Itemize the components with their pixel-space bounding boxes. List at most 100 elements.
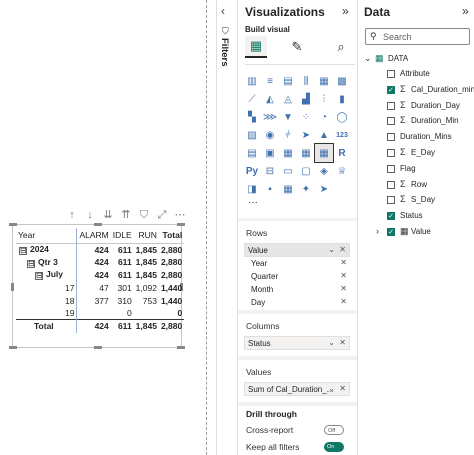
build-visual-button[interactable]: ▦	[245, 36, 267, 58]
field-item[interactable]: ✓ Status	[358, 209, 474, 224]
field-checkbox[interactable]	[387, 117, 395, 126]
table-node[interactable]: ⌄ ▦ DATA	[358, 52, 474, 67]
field-checkbox[interactable]	[387, 101, 395, 110]
sort-down-icon[interactable]: ↓	[84, 209, 96, 221]
filters-pane-collapsed[interactable]: ‹ ⛉ Filters	[216, 0, 236, 455]
visual-type-icon[interactable]: ◯	[333, 108, 351, 126]
resize-handle[interactable]	[94, 223, 102, 226]
search-box[interactable]: ⚲ Search	[365, 28, 470, 45]
field-checkbox[interactable]	[387, 70, 395, 78]
remove-icon[interactable]: ✕	[339, 384, 346, 393]
drill-down-icon[interactable]: ⇊	[102, 209, 114, 221]
field-item[interactable]: ✓ Σ Cal_Duration_min	[358, 83, 474, 98]
resize-handle[interactable]	[11, 283, 14, 291]
chevron-down-icon[interactable]: ⌄	[328, 338, 335, 347]
resize-handle[interactable]	[9, 223, 17, 226]
format-visual-button[interactable]: ✎	[286, 36, 308, 58]
field-item[interactable]: Σ Duration_Min	[358, 114, 474, 129]
visual-type-icon[interactable]: ▤	[279, 72, 297, 90]
visual-type-icon[interactable]: ▣	[261, 144, 279, 162]
rows-subfield[interactable]: Year ✕	[248, 258, 350, 271]
visual-type-icon[interactable]: ▦	[279, 144, 297, 162]
visual-type-icon[interactable]: ⟋	[243, 90, 261, 108]
visual-type-icon[interactable]: ▼	[279, 108, 297, 126]
visual-type-icon[interactable]: ▟	[297, 90, 315, 108]
remove-icon[interactable]: ✕	[340, 284, 347, 293]
field-checkbox[interactable]: ✓	[387, 212, 395, 221]
visual-type-icon[interactable]: ▦	[297, 144, 315, 162]
field-checkbox[interactable]: ✓	[387, 85, 395, 94]
collapse-icon[interactable]: ⊟	[19, 247, 27, 256]
row-header-cell[interactable]: ⊟ July	[16, 269, 77, 282]
header-idle[interactable]: IDLE	[110, 228, 134, 244]
visual-type-icon[interactable]: ▪	[261, 180, 279, 198]
field-item[interactable]: Σ E_Day	[358, 146, 474, 161]
visual-type-icon[interactable]: ▮	[333, 90, 351, 108]
visual-type-icon[interactable]: ◬	[279, 90, 297, 108]
visual-type-icon[interactable]: R	[333, 144, 351, 162]
matrix-visual[interactable]: Year ALARM IDLE RUN Total ⊟ 2024 424 611 1,8…	[9, 223, 185, 349]
field-item[interactable]: › ✓ ▦ Value	[358, 225, 474, 240]
visual-type-icon[interactable]: ◭	[261, 90, 279, 108]
visual-type-icon[interactable]: ▭	[279, 162, 297, 180]
chevron-down-icon[interactable]: ⌄	[328, 245, 335, 254]
chevron-down-icon[interactable]: ⌄	[328, 384, 335, 393]
visual-type-icon[interactable]: ▧	[243, 126, 261, 144]
visual-type-icon[interactable]: ◉	[261, 126, 279, 144]
remove-icon[interactable]: ✕	[340, 297, 347, 306]
field-item[interactable]: Σ Duration_Day	[358, 99, 474, 114]
remove-icon[interactable]: ✕	[339, 338, 346, 347]
more-options-icon[interactable]: ⋯	[174, 209, 186, 221]
collapse-data-icon[interactable]: »	[462, 4, 469, 18]
visual-type-icon[interactable]: ≡	[261, 72, 279, 90]
header-year[interactable]: Year	[16, 228, 77, 244]
field-item[interactable]: Σ Row	[358, 178, 474, 193]
visual-type-icon[interactable]: ⁘	[297, 108, 315, 126]
field-item[interactable]: Duration_Mins	[358, 130, 474, 145]
report-canvas[interactable]: ↑ ↓ ⇊ ⇈ ⛉ ⤢ ⋯ Year ALARM IDLE RUN Total …	[0, 0, 207, 455]
field-item[interactable]: Attribute	[358, 67, 474, 82]
field-checkbox[interactable]	[387, 164, 395, 173]
field-checkbox[interactable]	[387, 196, 395, 205]
visual-type-icon[interactable]: ⊟	[261, 162, 279, 180]
filter-icon[interactable]: ⛉	[138, 209, 150, 221]
row-header-cell[interactable]: ⊟ Qtr 3	[16, 256, 77, 269]
field-checkbox[interactable]: ✓	[387, 228, 395, 236]
row-header-cell[interactable]: ⊟ 2024	[16, 243, 77, 256]
visual-type-icon[interactable]: Py	[243, 162, 261, 180]
search-input[interactable]: Search	[383, 32, 412, 42]
row-header-cell[interactable]: 18	[16, 294, 77, 307]
header-run[interactable]: RUN	[133, 228, 159, 244]
resize-handle[interactable]	[177, 346, 185, 349]
visual-type-icon[interactable]: ▲	[315, 126, 333, 144]
visual-type-icon[interactable]: ▦	[315, 72, 333, 90]
visual-type-icon[interactable]: ♕	[333, 162, 351, 180]
visual-type-icon[interactable]: ⫼	[297, 72, 315, 90]
columns-field[interactable]: Status ⌄ ✕	[244, 336, 350, 350]
visual-type-icon[interactable]: ➤	[315, 180, 333, 198]
visual-type-icon[interactable]: ◔	[315, 108, 333, 126]
visual-type-icon[interactable]: ▥	[243, 72, 261, 90]
collapse-icon[interactable]: ⊟	[27, 259, 35, 268]
visual-type-icon[interactable]: ▤	[243, 144, 261, 162]
visual-type-icon[interactable]: ⫩	[279, 126, 297, 144]
visual-type-icon[interactable]: 123	[333, 126, 351, 144]
field-checkbox[interactable]	[387, 133, 395, 142]
remove-icon[interactable]: ✕	[340, 271, 347, 280]
resize-handle[interactable]	[9, 346, 17, 349]
field-item[interactable]: Σ S_Day	[358, 193, 474, 208]
field-item[interactable]: Flag	[358, 162, 474, 177]
row-header-cell[interactable]: 19	[16, 307, 77, 320]
visual-type-icon[interactable]: ✦	[297, 180, 315, 198]
field-checkbox[interactable]	[387, 180, 395, 189]
visual-type-icon[interactable]: ▦	[279, 180, 297, 198]
field-checkbox[interactable]	[387, 149, 395, 157]
more-visuals-icon[interactable]: ···	[248, 197, 258, 208]
rows-field[interactable]: Value ⌄ ✕	[244, 243, 350, 257]
collapse-visualizations-icon[interactable]: »	[342, 4, 349, 18]
rows-subfield[interactable]: Quarter ✕	[248, 271, 350, 284]
visual-type-icon[interactable]: ▢	[297, 162, 315, 180]
visual-type-icon[interactable]: ▩	[333, 72, 351, 90]
resize-handle[interactable]	[177, 223, 185, 226]
visual-type-icon[interactable]: ➤	[297, 126, 315, 144]
